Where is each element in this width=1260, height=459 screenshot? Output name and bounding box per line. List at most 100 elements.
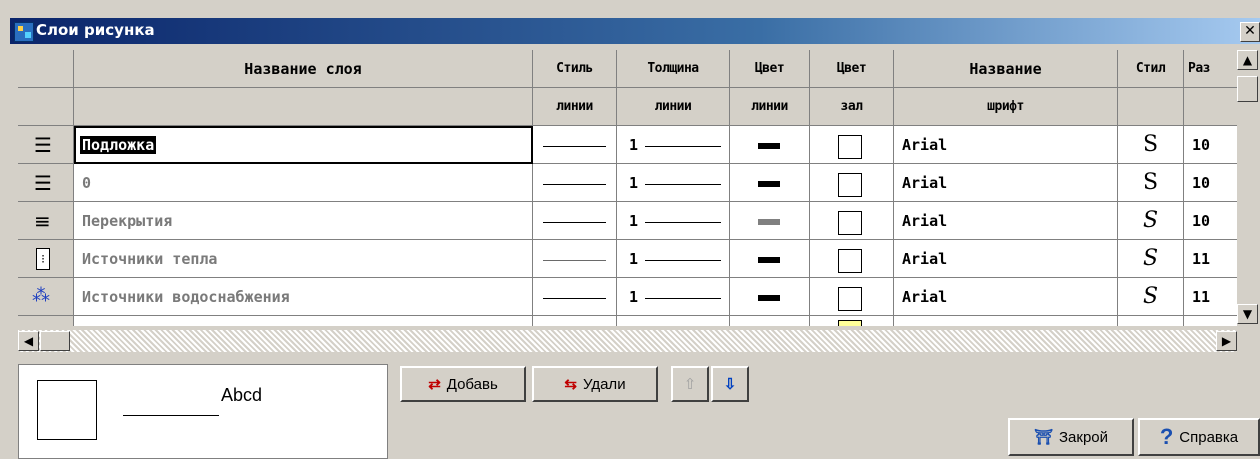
font-name-cell[interactable]: Arial: [894, 202, 1118, 240]
line-color-swatch: [758, 181, 780, 187]
preview-text: Abcd: [221, 385, 263, 405]
line-color-cell[interactable]: [730, 164, 810, 202]
line-color-cell[interactable]: [730, 278, 810, 316]
add-button-label: Добавь: [446, 375, 498, 393]
layers-icon: ☰: [34, 171, 52, 195]
font-style-cell[interactable]: S: [1118, 240, 1184, 278]
row-icon-cell[interactable]: ☰: [18, 164, 74, 202]
row-icon-cell[interactable]: [18, 316, 74, 326]
line-color-cell[interactable]: [730, 240, 810, 278]
font-style-cell[interactable]: S: [1118, 202, 1184, 240]
font-size-cell[interactable]: 10: [1184, 164, 1237, 202]
font-style-cell[interactable]: S: [1118, 278, 1184, 316]
line-thickness-cell[interactable]: 1: [617, 240, 730, 278]
line-style-sample: [543, 184, 606, 185]
line-style-cell[interactable]: [533, 278, 617, 316]
font-name-cell[interactable]: Arial: [894, 164, 1118, 202]
font-size-cell[interactable]: 11: [1184, 240, 1237, 278]
close-dialog-button[interactable]: ⛩ Закрой: [1008, 418, 1134, 456]
horizontal-scroll-thumb[interactable]: [40, 331, 70, 351]
font-size-cell[interactable]: 11: [1184, 278, 1237, 316]
header-size-2: [1184, 88, 1237, 126]
line-thickness-cell[interactable]: 1: [617, 278, 730, 316]
row-icon-cell[interactable]: ≡: [18, 202, 74, 240]
header-font-name[interactable]: Название: [894, 50, 1118, 88]
row-icon-cell[interactable]: ⁝: [18, 240, 74, 278]
fill-color-swatch: [838, 211, 862, 235]
scroll-down-arrow-icon[interactable]: ▼: [1237, 304, 1258, 324]
layer-name-cell[interactable]: Источники тепла: [74, 240, 533, 278]
move-up-button[interactable]: ⇧: [671, 366, 709, 402]
header-font-style[interactable]: Стил: [1118, 50, 1184, 88]
header-layer-name-2: [74, 88, 533, 126]
font-size-cell[interactable]: [1184, 316, 1237, 326]
fill-color-cell[interactable]: [810, 240, 894, 278]
line-thickness-cell[interactable]: [617, 316, 730, 326]
header-layer-name[interactable]: Название слоя: [74, 50, 533, 88]
line-style-cell[interactable]: [533, 202, 617, 240]
style-preview: Abcd: [18, 364, 388, 459]
fill-color-cell[interactable]: [810, 202, 894, 240]
layer-name-cell[interactable]: [74, 316, 533, 326]
line-color-cell[interactable]: [730, 126, 810, 164]
header-line-thickness[interactable]: Толщина: [617, 50, 730, 88]
header-font-name-2: шрифт: [894, 88, 1118, 126]
layer-name-cell[interactable]: Перекрытия: [74, 202, 533, 240]
vertical-scroll-thumb[interactable]: [1237, 76, 1258, 102]
fill-color-cell[interactable]: [810, 278, 894, 316]
line-thickness-cell[interactable]: 1: [617, 202, 730, 240]
layer-name-cell[interactable]: 0: [74, 164, 533, 202]
font-name-cell[interactable]: Arial: [894, 278, 1118, 316]
font-name-cell[interactable]: Arial: [894, 126, 1118, 164]
fill-color-cell[interactable]: [810, 164, 894, 202]
fill-color-cell[interactable]: [810, 316, 894, 326]
layers-icon: ☰: [34, 133, 52, 157]
move-down-button[interactable]: ⇩: [711, 366, 749, 402]
row-icon-cell[interactable]: ☰: [18, 126, 74, 164]
font-style-cell[interactable]: [1118, 316, 1184, 326]
line-thickness-cell[interactable]: 1: [617, 126, 730, 164]
close-button[interactable]: ✕: [1240, 22, 1260, 42]
font-style-cell[interactable]: S: [1118, 164, 1184, 202]
font-style-cell[interactable]: S: [1118, 126, 1184, 164]
font-size-cell[interactable]: 10: [1184, 202, 1237, 240]
help-button[interactable]: ? Справка: [1138, 418, 1260, 456]
header-size[interactable]: Раз: [1184, 50, 1237, 88]
delete-icon: ⇆: [564, 376, 577, 393]
thickness-sample: [645, 146, 721, 147]
thickness-sample: [645, 184, 721, 185]
header-fill-color[interactable]: Цвет: [810, 50, 894, 88]
header-line-color[interactable]: Цвет: [730, 50, 810, 88]
font-size-cell[interactable]: 10: [1184, 126, 1237, 164]
font-name-cell[interactable]: Arial: [894, 240, 1118, 278]
arrow-down-icon: ⇩: [723, 376, 737, 393]
line-style-cell[interactable]: [533, 316, 617, 326]
scroll-right-arrow-icon[interactable]: ▶: [1216, 331, 1237, 351]
line-thickness-cell[interactable]: 1: [617, 164, 730, 202]
row-icon-cell[interactable]: ⁂: [18, 278, 74, 316]
line-style-cell[interactable]: [533, 126, 617, 164]
scroll-left-arrow-icon[interactable]: ◀: [18, 331, 39, 351]
line-style-sample: [543, 298, 606, 299]
line-color-swatch: [758, 295, 780, 301]
horizontal-scrollbar[interactable]: ◀ ▶: [18, 330, 1237, 352]
vertical-scrollbar[interactable]: ▲ ▼: [1237, 50, 1260, 326]
title-bar[interactable]: Слои рисунка ✕: [10, 18, 1260, 44]
header-line-style[interactable]: Стиль: [533, 50, 617, 88]
fill-color-swatch: [838, 287, 862, 311]
layer-name-cell[interactable]: Подложка: [74, 126, 533, 164]
add-layer-button[interactable]: ⇄ Добавь: [400, 366, 526, 402]
layer-name-cell[interactable]: Источники водоснабжения: [74, 278, 533, 316]
line-color-cell[interactable]: [730, 316, 810, 326]
thickness-value: 1: [629, 250, 639, 268]
fill-color-swatch: [838, 173, 862, 197]
line-style-cell[interactable]: [533, 164, 617, 202]
thickness-value: 1: [629, 288, 639, 306]
scroll-up-arrow-icon[interactable]: ▲: [1237, 50, 1258, 70]
fill-color-cell[interactable]: [810, 126, 894, 164]
delete-layer-button[interactable]: ⇆ Удали: [532, 366, 658, 402]
layers-grid: Название слоя Стиль Толщина Цвет Цвет На…: [18, 50, 1237, 326]
line-style-cell[interactable]: [533, 240, 617, 278]
font-name-cell[interactable]: [894, 316, 1118, 326]
line-color-cell[interactable]: [730, 202, 810, 240]
